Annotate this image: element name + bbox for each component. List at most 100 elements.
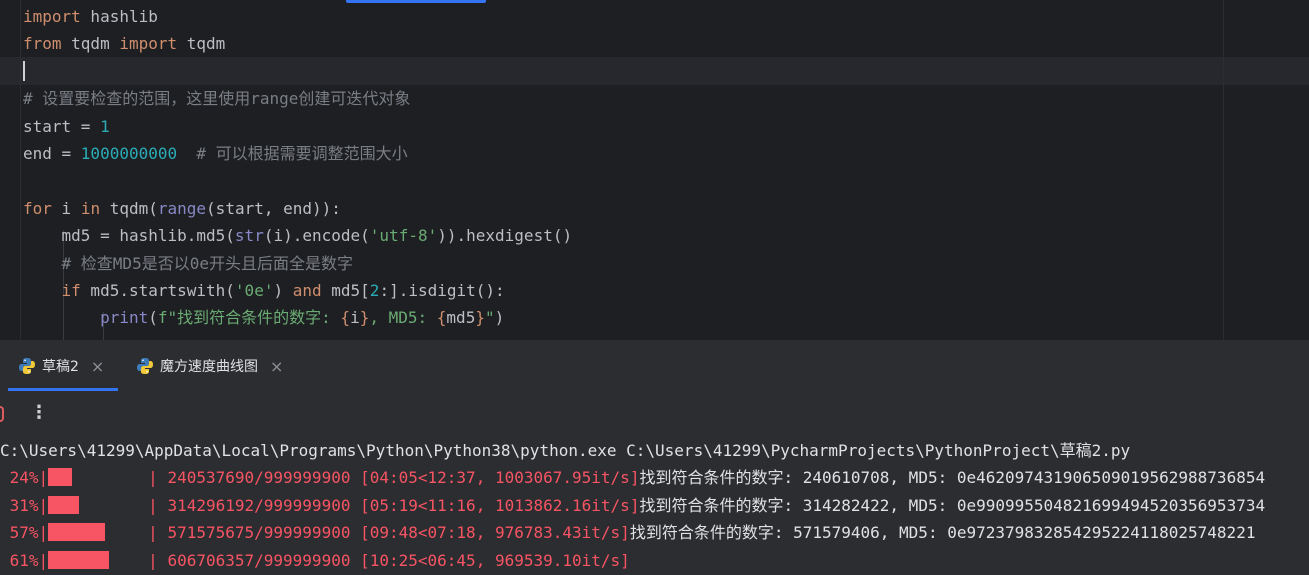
console-command-line: C:\Users\41299\AppData\Local\Programs\Py… [0,441,1131,460]
code-token: tqdm [177,34,226,54]
code-token: range [157,198,207,218]
code-token: )).hexdigest() [437,226,573,246]
progress-stats: | 606706357/999999900 [10:25<06:45, 9695… [148,550,630,570]
code-line[interactable]: print(f"找到符合条件的数字: {i}, MD5: {md5}") [23,304,504,332]
code-token: (start, end)): [206,198,341,218]
code-editor[interactable]: import hashlib from tqdm import tqdm # 设置要… [0,0,1309,340]
progress-bar-track [48,519,148,546]
tab-mofang-speed-chart[interactable]: 魔方速度曲线图 × [136,340,283,392]
progress-stats: | 314296192/999999900 [05:19<11:16, 1013… [148,495,640,515]
code-token: hashlib [80,7,158,26]
code-token: md5 = hashlib.md5( [23,226,235,246]
code-line[interactable]: # 检查MD5是否以0e开头且后面全是数字 [23,250,353,278]
code-token: f"找到符合条件的数字: [157,308,341,328]
code-line[interactable]: start = 1 [23,113,110,141]
found-output: 找到符合条件的数字: 314282422, MD5: 0e99099550482… [639,495,1266,515]
code-token: end = [23,144,81,163]
code-token: import [119,34,178,54]
code-line[interactable]: # 设置要检查的范围，这里使用range创建可迭代对象 [23,85,410,113]
code-token: , MD5: [369,308,437,328]
code-token: ( [148,308,158,328]
close-icon[interactable]: × [270,357,283,376]
code-token: ) [494,308,505,328]
found-output: 找到符合条件的数字: 571579406, MD5: 0e97237983285… [629,523,1256,542]
code-token: 'utf-8' [369,226,438,246]
code-token: md5.startswith( [80,281,235,300]
right-margin-guide [1223,0,1224,340]
code-token: print [100,308,149,328]
code-token: '0e' [234,281,274,300]
code-token: tqdm [61,34,120,54]
progress-percent: 31%| [0,495,49,515]
progress-bar-track [48,492,148,519]
progress-bar-track [48,464,148,491]
code-token: i [51,198,81,218]
progress-percent: 57%| [0,523,49,542]
progress-bar-fill [48,468,73,486]
editor-tab-indicator [346,0,486,3]
progress-line: 31%| | 314296192/999999900 [05:19<11:16, … [0,492,1265,519]
code-token: from [23,34,62,54]
code-token: 2 [369,281,380,300]
code-line[interactable]: for i in tqdm(range(start, end)): [23,195,341,223]
progress-bar-fill [48,523,106,541]
code-line[interactable]: from tqdm import tqdm [23,30,225,58]
found-output: 找到符合条件的数字: 240610708, MD5: 0e46209743190… [639,468,1266,487]
run-console[interactable]: C:\Users\41299\AppData\Local\Programs\Py… [0,436,1309,575]
tab-label: 草稿2 [42,359,79,375]
code-token: i [350,308,360,328]
code-line[interactable]: import hashlib [23,3,158,31]
progress-bar-fill [48,550,110,569]
run-toolbar: ⋮ [0,392,1309,436]
code-token: str [234,226,264,246]
stop-icon[interactable] [0,406,4,422]
code-token: # 检查MD5是否以0e开头且后面全是数字 [23,253,353,273]
progress-line: 24%| | 240537690/999999900 [04:05<12:37, … [0,464,1265,491]
code-token: } [475,308,485,328]
tab-caogao2[interactable]: 草稿2 × [18,340,104,392]
editor-gutter-border [20,0,21,340]
progress-percent: 24%| [0,468,49,487]
code-line[interactable]: md5 = hashlib.md5(str(i).encode('utf-8')… [23,222,573,250]
text-caret [23,61,25,81]
code-token: tqdm( [100,198,158,218]
code-token: :].isdigit(): [379,281,505,300]
code-line[interactable]: end = 1000000000 # 可以根据需要调整范围大小 [23,140,408,168]
code-token: in [80,198,101,218]
progress-bar-fill [48,495,80,514]
code-token: ) [273,281,293,300]
progress-stats: | 240537690/999999900 [04:05<12:37, 1003… [148,468,640,487]
code-token: start = [23,116,101,136]
current-line-highlight [0,57,1309,85]
code-token: " [484,308,495,328]
progress-line: 57%| | 571575675/999999900 [09:48<07:18, … [0,519,1255,546]
python-icon [19,358,35,374]
code-token: (i).encode( [263,226,370,246]
code-token: # 可以根据需要调整范围大小 [177,144,408,163]
code-token: { [436,308,447,328]
progress-percent: 61%| [0,550,49,570]
more-options-icon[interactable]: ⋮ [30,402,48,423]
code-token: import [23,7,81,26]
progress-stats: | 571575675/999999900 [09:48<07:18, 9767… [148,523,630,542]
code-token: for [23,198,52,218]
progress-line: 61%| | 606706357/999999900 [10:25<06:45, … [0,547,630,574]
code-token: } [359,308,370,328]
code-token: and [292,281,322,300]
progress-bar-track [48,547,148,574]
close-icon[interactable]: × [91,357,104,376]
code-token: # 设置要检查的范围，这里使用range创建可迭代对象 [23,89,411,109]
tab-label: 魔方速度曲线图 [160,359,258,375]
code-token: if [61,281,81,300]
code-line[interactable]: if md5.startswith('0e') and md5[2:].isdi… [23,277,505,305]
code-token: md5 [446,308,476,328]
active-tab-indicator [8,388,118,391]
python-icon [137,358,153,374]
run-tab-bar: 草稿2 × 魔方速度曲线图 × [0,340,1309,393]
code-token: 1000000000 [80,144,178,163]
code-token: 1 [100,116,110,136]
code-token: { [340,308,351,328]
code-token: md5[ [321,281,370,300]
